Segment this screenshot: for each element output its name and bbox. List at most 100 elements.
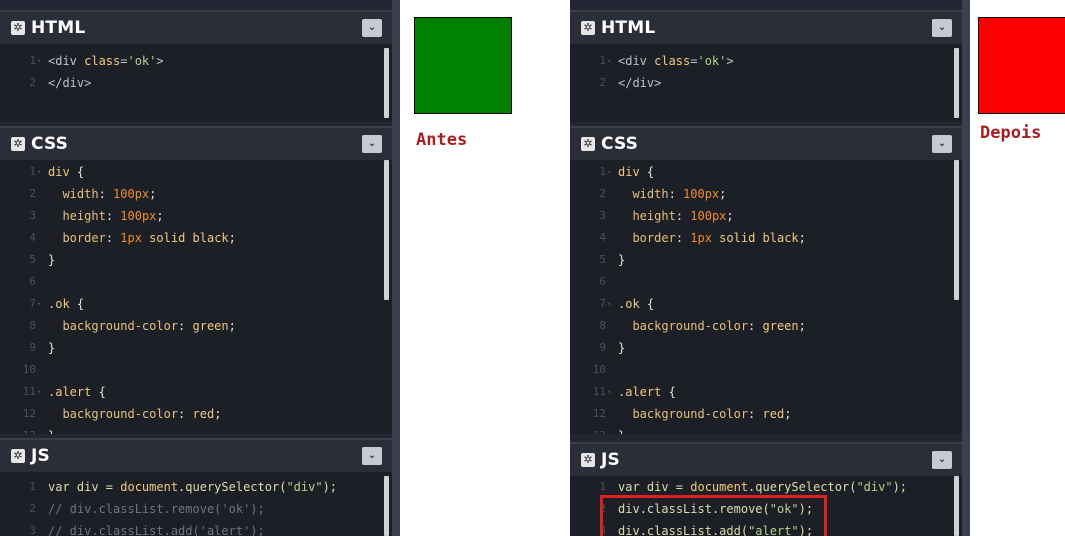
code-line[interactable]: 13} xyxy=(0,425,384,434)
code-line[interactable]: 2 width: 100px; xyxy=(570,183,954,205)
line-number: 3 xyxy=(29,209,36,222)
code-line[interactable]: 10 xyxy=(570,359,954,381)
code-line[interactable]: 6 xyxy=(570,271,954,293)
splitter[interactable] xyxy=(962,0,970,536)
code-line[interactable]: 6 xyxy=(0,271,384,293)
code-token: // div.classList.remove('ok'); xyxy=(48,502,265,516)
code-line[interactable]: 8 background-color: green; xyxy=(0,315,384,337)
code-line[interactable]: 11 ▾ .alert { xyxy=(570,381,954,403)
code-line[interactable]: 1 ▾ div { xyxy=(0,161,384,183)
fold-arrow-icon[interactable]: ▾ xyxy=(607,50,611,72)
chevron-down-icon[interactable]: ⌄ xyxy=(362,447,382,465)
splitter[interactable] xyxy=(392,0,400,536)
code-area[interactable]: 1 var div = document.querySelector("div")… xyxy=(0,476,384,536)
gear-icon[interactable]: ✲ xyxy=(11,21,25,35)
code-token: solid black xyxy=(711,231,799,245)
code-line[interactable]: 3 height: 100px; xyxy=(0,205,384,227)
code-text: border: 1px solid black; xyxy=(48,227,235,249)
code-line[interactable]: 3 height: 100px; xyxy=(570,205,954,227)
line-number: 12 xyxy=(592,407,606,420)
scrollbar[interactable] xyxy=(954,476,959,536)
code-area[interactable]: 1 ▾ div {2 width: 100px; 3 height: 100px; 4 … xyxy=(570,161,954,434)
scrollbar[interactable] xyxy=(384,48,389,118)
fold-arrow-icon[interactable]: ▾ xyxy=(607,293,611,315)
chevron-down-icon[interactable]: ⌄ xyxy=(932,135,952,153)
code-area[interactable]: 1 ▾ <div class='ok'> 2 </div> xyxy=(0,50,384,94)
code-line[interactable]: 7 ▾ .ok { xyxy=(570,293,954,315)
code-token: <div xyxy=(618,54,655,68)
screenshot-after: ✲ HTML ⌄ 1 ▾ <div class='ok'> 2 </div> ✲ CSS… xyxy=(570,0,1065,536)
code-line[interactable]: 1 ▾ <div class='ok'> xyxy=(0,50,384,72)
code-token: width xyxy=(632,187,669,201)
code-text: border: 1px solid black; xyxy=(618,227,805,249)
css-panel-header[interactable]: ✲ CSS ⌄ xyxy=(0,126,392,160)
line-number: 1 xyxy=(599,165,606,178)
fold-arrow-icon[interactable]: ▾ xyxy=(607,381,611,403)
code-line[interactable]: 8 background-color: green; xyxy=(570,315,954,337)
code-line[interactable]: 2 </div> xyxy=(0,72,384,94)
chevron-down-icon[interactable]: ⌄ xyxy=(932,451,952,469)
fold-arrow-icon[interactable]: ▾ xyxy=(37,381,41,403)
line-number: 13 xyxy=(0,425,36,434)
code-token: ; xyxy=(214,407,222,421)
code-token: // div.classList.add('alert'); xyxy=(48,524,265,536)
code-line[interactable]: 12 background-color: red; xyxy=(0,403,384,425)
code-area[interactable]: 1 ▾ <div class='ok'> 2 </div> xyxy=(570,50,954,94)
code-text: } xyxy=(618,337,625,359)
fold-arrow-icon[interactable]: ▾ xyxy=(607,161,611,183)
chevron-down-icon[interactable]: ⌄ xyxy=(362,135,382,153)
code-text: } xyxy=(48,337,55,359)
code-line[interactable]: 5} xyxy=(570,249,954,271)
html-panel-header[interactable]: ✲ HTML ⌄ xyxy=(570,10,962,44)
fold-arrow-icon[interactable]: ▾ xyxy=(37,161,41,183)
line-number: 1 xyxy=(599,54,606,67)
scrollbar[interactable] xyxy=(954,48,959,118)
fold-arrow-icon[interactable]: ▾ xyxy=(37,293,41,315)
code-line[interactable]: 5} xyxy=(0,249,384,271)
line-number: 2 xyxy=(599,187,606,200)
chevron-down-icon[interactable]: ⌄ xyxy=(362,19,382,37)
code-area[interactable]: 1 ▾ div {2 width: 100px; 3 height: 100px; 4 … xyxy=(0,161,384,434)
css-panel-header[interactable]: ✲ CSS ⌄ xyxy=(570,126,962,160)
code-line[interactable]: 2 width: 100px; xyxy=(0,183,384,205)
code-line[interactable]: 3 // div.classList.add('alert'); xyxy=(0,520,384,536)
code-line[interactable]: 10 xyxy=(0,359,384,381)
scrollbar[interactable] xyxy=(384,476,389,536)
html-panel-header[interactable]: ✲ HTML ⌄ xyxy=(0,10,392,44)
code-line[interactable]: 2 // div.classList.remove('ok'); xyxy=(0,498,384,520)
code-line[interactable]: 2 </div> xyxy=(570,72,954,94)
gear-icon[interactable]: ✲ xyxy=(581,21,595,35)
code-line[interactable]: 7 ▾ .ok { xyxy=(0,293,384,315)
js-panel-header[interactable]: ✲ JS ⌄ xyxy=(570,442,962,476)
code-token: </div> xyxy=(618,76,662,90)
chevron-down-icon[interactable]: ⌄ xyxy=(932,19,952,37)
line-number: 10 xyxy=(22,363,36,376)
panel-title: JS xyxy=(31,446,50,466)
code-token: width xyxy=(62,187,99,201)
fold-arrow-icon[interactable]: ▾ xyxy=(37,50,41,72)
scrollbar[interactable] xyxy=(384,160,389,300)
gear-icon[interactable]: ✲ xyxy=(581,453,595,467)
highlight-box xyxy=(600,495,827,536)
code-token: 'ok' xyxy=(127,54,157,68)
code-line[interactable]: 1 ▾ <div class='ok'> xyxy=(570,50,954,72)
code-line[interactable]: 4 border: 1px solid black; xyxy=(0,227,384,249)
gear-icon[interactable]: ✲ xyxy=(11,137,25,151)
code-line[interactable]: 9} xyxy=(0,337,384,359)
code-line[interactable]: 12 background-color: red; xyxy=(570,403,954,425)
code-line[interactable]: 11 ▾ .alert { xyxy=(0,381,384,403)
caption-before: Antes xyxy=(416,130,468,150)
code-text: .alert { xyxy=(618,381,676,403)
code-line[interactable]: 9} xyxy=(570,337,954,359)
gear-icon[interactable]: ✲ xyxy=(11,449,25,463)
scrollbar[interactable] xyxy=(954,160,959,300)
code-line[interactable]: 4 border: 1px solid black; xyxy=(570,227,954,249)
code-token: ; xyxy=(149,187,157,201)
code-line[interactable]: 13} xyxy=(570,425,954,434)
gear-icon[interactable]: ✲ xyxy=(581,137,595,151)
code-line[interactable]: 1 var div = document.querySelector("div")… xyxy=(0,476,384,498)
code-token: background-color xyxy=(632,319,749,333)
code-line[interactable]: 1 ▾ div { xyxy=(570,161,954,183)
js-panel-header[interactable]: ✲ JS ⌄ xyxy=(0,438,392,472)
code-text: background-color: green; xyxy=(48,315,235,337)
